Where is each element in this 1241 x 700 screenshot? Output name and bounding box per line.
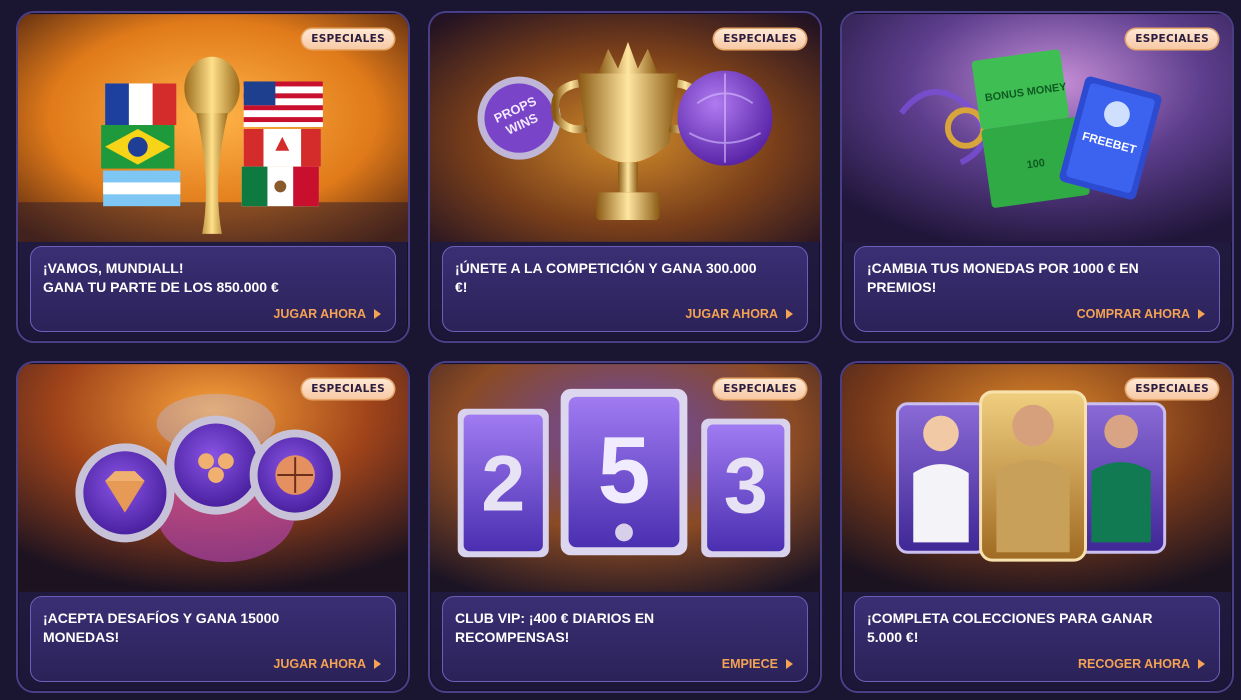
cta-label: COMPRAR AHORA [1076, 307, 1190, 321]
jugar-ahora-button[interactable]: JUGAR AHORA [685, 307, 793, 321]
svg-text:5: 5 [598, 418, 651, 524]
cta-label: JUGAR AHORA [273, 657, 366, 671]
promo-title-line1: ¡CAMBIA TUS MONEDAS POR 1000 € EN [867, 260, 1139, 276]
promo-card-competicion[interactable]: PROPS WINS ESPECIALES ¡ÚNETE A LA COMPET… [428, 11, 822, 343]
recoger-ahora-button[interactable]: RECOGER AHORA [1078, 657, 1205, 671]
svg-text:3: 3 [724, 441, 768, 530]
promo-title-line1: ¡ÚNETE A LA COMPETICIÓN Y GANA 300.000 [455, 260, 757, 276]
promo-title-line2: PREMIOS! [867, 279, 937, 295]
promo-title-line2: 5.000 €! [867, 629, 919, 645]
promo-card-mundial[interactable]: ESPECIALES ¡VAMOS, MUNDIALL! GANA TU PAR… [16, 11, 410, 343]
promo-title-line1: ¡ACEPTA DESAFÍOS Y GANA 15000 [43, 610, 280, 626]
comprar-ahora-button[interactable]: COMPRAR AHORA [1077, 307, 1205, 321]
promotions-grid: ESPECIALES ¡VAMOS, MUNDIALL! GANA TU PAR… [0, 0, 1241, 700]
play-arrow-icon [374, 659, 381, 669]
play-arrow-icon [786, 659, 793, 669]
promo-title-line1: ¡VAMOS, MUNDIALL! [43, 260, 184, 276]
cta-label: JUGAR AHORA [685, 307, 778, 321]
empiece-button[interactable]: EMPIECE [722, 657, 793, 671]
promo-panel: ¡COMPLETA COLECCIONES PARA GANAR 5.000 €… [854, 596, 1220, 682]
svg-text:100: 100 [1026, 157, 1046, 171]
jugar-ahora-button[interactable]: JUGAR AHORA [273, 307, 381, 321]
promo-title-line2: MONEDAS! [43, 629, 120, 645]
promo-title-line2: €! [455, 279, 468, 295]
promo-title-line2: GANA TU PARTE DE LOS 850.000 € [43, 279, 279, 295]
promo-title: ¡CAMBIA TUS MONEDAS POR 1000 € EN PREMIO… [867, 259, 1207, 297]
promo-title-line1: ¡COMPLETA COLECCIONES PARA GANAR [867, 610, 1153, 626]
promo-card-monedas[interactable]: BONUS MONEY 100 FREEBET ESPECIALES ¡CAMB… [840, 11, 1234, 343]
especiales-badge: ESPECIALES [1126, 379, 1218, 399]
especiales-badge: ESPECIALES [302, 29, 394, 49]
play-arrow-icon [786, 309, 793, 319]
promo-panel: ¡CAMBIA TUS MONEDAS POR 1000 € EN PREMIO… [854, 246, 1220, 332]
play-arrow-icon [1198, 659, 1205, 669]
promo-card-colecciones[interactable]: ESPECIALES ¡COMPLETA COLECCIONES PARA GA… [840, 361, 1234, 693]
promo-panel: ¡ACEPTA DESAFÍOS Y GANA 15000 MONEDAS! J… [30, 596, 396, 682]
promo-panel: ¡ÚNETE A LA COMPETICIÓN Y GANA 300.000 €… [442, 246, 808, 332]
cta-label: RECOGER AHORA [1077, 657, 1190, 671]
especiales-badge: ESPECIALES [714, 29, 806, 49]
play-arrow-icon [1198, 309, 1205, 319]
promo-title: ¡VAMOS, MUNDIALL! GANA TU PARTE DE LOS 8… [43, 259, 383, 297]
especiales-badge: ESPECIALES [714, 379, 806, 399]
especiales-badge: ESPECIALES [302, 379, 394, 399]
promo-title: ¡COMPLETA COLECCIONES PARA GANAR 5.000 €… [867, 609, 1207, 647]
especiales-badge: ESPECIALES [1126, 29, 1218, 49]
svg-text:2: 2 [481, 439, 525, 528]
promo-card-club-vip[interactable]: 2 3 5 ESPECIALES CLUB VIP: ¡400 € DIARIO… [428, 361, 822, 693]
promo-title: CLUB VIP: ¡400 € DIARIOS EN RECOMPENSAS! [455, 609, 795, 647]
promo-panel: CLUB VIP: ¡400 € DIARIOS EN RECOMPENSAS!… [442, 596, 808, 682]
jugar-ahora-button[interactable]: JUGAR AHORA [273, 657, 381, 671]
promo-title: ¡ACEPTA DESAFÍOS Y GANA 15000 MONEDAS! [43, 609, 383, 647]
promo-title-line2: RECOMPENSAS! [455, 629, 570, 645]
play-arrow-icon [374, 309, 381, 319]
promo-title-line1: CLUB VIP: ¡400 € DIARIOS EN [455, 610, 655, 626]
promo-card-desafios[interactable]: ESPECIALES ¡ACEPTA DESAFÍOS Y GANA 15000… [16, 361, 410, 693]
promo-title: ¡ÚNETE A LA COMPETICIÓN Y GANA 300.000 €… [455, 259, 795, 297]
promo-panel: ¡VAMOS, MUNDIALL! GANA TU PARTE DE LOS 8… [30, 246, 396, 332]
cta-label: JUGAR AHORA [273, 307, 366, 321]
cta-label: EMPIECE [721, 657, 778, 671]
